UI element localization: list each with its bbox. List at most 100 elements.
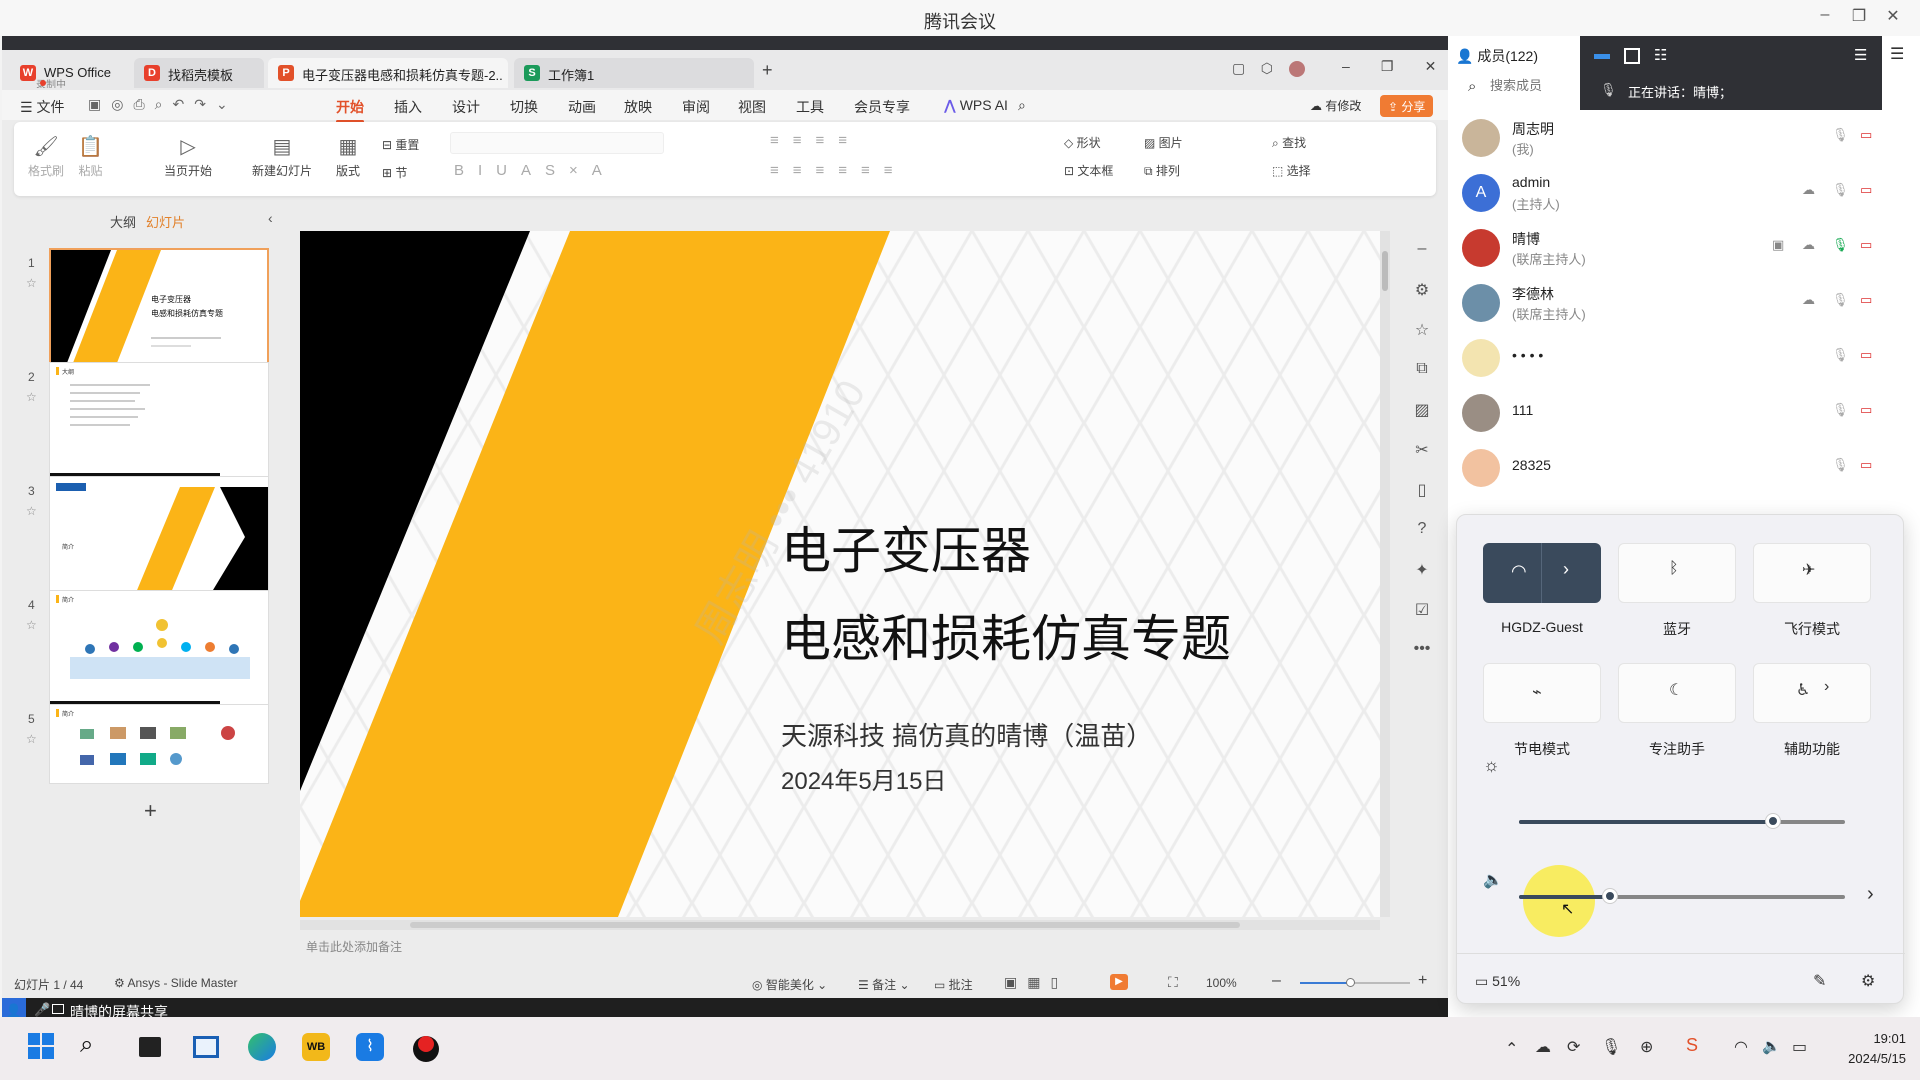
chevron-right-icon[interactable]: › [1867, 883, 1874, 906]
checklist-icon[interactable]: ☑ [1412, 600, 1432, 620]
grid-icon[interactable]: ☷ [1654, 46, 1667, 64]
close-button[interactable]: ✕ [1880, 6, 1906, 26]
camera-off-icon[interactable]: ▭ [1860, 292, 1872, 308]
start-button[interactable] [26, 1031, 58, 1063]
tab-presentation[interactable]: P 电子变压器电感和损耗仿真专题-2.. [268, 58, 508, 88]
recorder-icon[interactable] [410, 1031, 442, 1063]
clock-time[interactable]: 19:01 [1850, 1031, 1906, 1046]
battery-icon[interactable]: ▭ [1792, 1037, 1807, 1057]
vertical-scrollbar[interactable] [1380, 231, 1390, 917]
notes-button[interactable]: ☰ 备注 ⌄ [858, 976, 910, 993]
list-icon[interactable]: ☰ [1854, 46, 1867, 64]
menu-transition[interactable]: 切换 [510, 97, 538, 117]
zoom-level[interactable]: 100% [1206, 976, 1237, 990]
view-mode-icons[interactable]: ▣▦▯ [1004, 974, 1068, 991]
wps-close-button[interactable]: ✕ [1425, 58, 1437, 74]
camera-off-icon[interactable]: ▭ [1860, 402, 1872, 418]
chevron-right-icon[interactable]: › [1824, 678, 1829, 696]
layout-button[interactable]: ▦ 版式 [336, 134, 360, 179]
select-button[interactable]: ⬚ 选择 [1272, 162, 1311, 179]
wps-ai-button[interactable]: ⋀ WPS AI [944, 97, 1008, 114]
slide-canvas[interactable]: 周志明 ••• 41910 电子变压器 电感和损耗仿真专题 天源科技 搞仿真的晴… [300, 231, 1380, 917]
magic-icon[interactable]: ✦ [1412, 560, 1432, 580]
section-button[interactable]: ⊞ 节 [382, 164, 407, 181]
search-icon[interactable]: ⌕ [1018, 97, 1026, 114]
font-style-icons[interactable]: BIUAS×A [454, 162, 616, 179]
wps-restore-button[interactable]: ❐ [1381, 58, 1394, 74]
beautify-button[interactable]: ◎ 智能美化 ⌄ [752, 976, 827, 993]
wps-app-icon[interactable]: WB [300, 1031, 332, 1063]
slide-thumb-4[interactable]: 简介 [49, 590, 269, 710]
brightness-handle[interactable] [1766, 814, 1780, 828]
play-from-current-button[interactable]: ▷ 当页开始 [164, 134, 212, 179]
comments-button[interactable]: ▭ 批注 [934, 976, 973, 993]
window-icon[interactable] [1624, 48, 1640, 64]
file-menu[interactable]: ☰ 文件 [20, 97, 64, 117]
format-brush-button[interactable]: 🖌 格式刷 [28, 134, 64, 179]
member-row[interactable]: 晴博 (联席主持人) ▣ ☁ 🎙 ▭ [1462, 223, 1902, 273]
font-selector[interactable] [450, 132, 664, 154]
member-row[interactable]: 周志明 (我) 🎙 ▭ [1462, 113, 1902, 163]
menu-slideshow[interactable]: 放映 [624, 97, 652, 117]
zoom-slider[interactable] [1300, 978, 1410, 987]
notes-field[interactable]: 单击此处添加备注 [306, 938, 402, 955]
menu-insert[interactable]: 插入 [394, 97, 422, 117]
fit-icon[interactable]: ⛶ [1168, 974, 1178, 991]
cloud-icon[interactable]: ☁ [1535, 1037, 1551, 1057]
volume-handle[interactable] [1603, 889, 1617, 903]
menu-icon[interactable]: ☰ [1890, 44, 1904, 64]
volume-icon[interactable]: 🔈 [1762, 1037, 1781, 1055]
template-name[interactable]: ⚙ Ansys - Slide Master [114, 976, 237, 990]
menu-start[interactable]: 开始 [336, 97, 364, 123]
wps-tray-icon[interactable]: S [1686, 1035, 1698, 1056]
arrange-button[interactable]: ⧉ 排列 [1144, 162, 1180, 179]
camera-off-icon[interactable]: ▭ [1860, 237, 1872, 253]
mic-off-icon[interactable]: 🎙 [1832, 457, 1849, 473]
menu-animation[interactable]: 动画 [568, 97, 596, 117]
member-row[interactable]: 李德林 (联席主持人) ☁ 🎙 ▭ [1462, 278, 1902, 328]
member-row[interactable]: 111 🎙 ▭ [1462, 388, 1902, 438]
camera-off-icon[interactable]: ▭ [1860, 182, 1872, 198]
battery-saver-tile[interactable]: ⌁ [1483, 663, 1601, 723]
list-icons[interactable]: ≡≡≡≡ [770, 132, 861, 149]
paste-button[interactable]: 📋 粘贴 [78, 134, 103, 179]
member-search-input[interactable] [1490, 78, 1574, 93]
chevron-right-icon[interactable]: › [1563, 559, 1569, 580]
slideshow-button[interactable]: ▶ [1110, 974, 1128, 990]
minimize-button[interactable]: – [1812, 6, 1838, 24]
slide-thumb-3[interactable]: 简介 [49, 476, 269, 596]
mic-on-icon[interactable]: 🎙 [1832, 237, 1849, 253]
camera-off-icon[interactable]: ▭ [1860, 347, 1872, 363]
zoom-handle[interactable] [1346, 978, 1355, 987]
battery-status[interactable]: ▭ 51% [1475, 973, 1520, 990]
airplane-tile[interactable]: ✈ [1753, 543, 1871, 603]
slide-thumb-5[interactable]: 简介 [49, 704, 269, 784]
quick-access-icons[interactable]: ▣◎⎙⌕↶↷⌄ [88, 96, 238, 113]
slide-thumb-2[interactable]: 大纲 [49, 362, 269, 482]
hscroll-thumb[interactable] [410, 922, 1240, 928]
ime-icon[interactable]: ⊕ [1640, 1037, 1653, 1057]
bluetooth-tile[interactable]: ᛒ [1618, 543, 1736, 603]
properties-icon[interactable]: ⚙ [1412, 280, 1432, 300]
book-icon[interactable]: ▯ [1412, 480, 1432, 500]
member-row[interactable]: A admin (主持人) ☁ 🎙 ▭ [1462, 168, 1902, 218]
camera-off-icon[interactable]: ▭ [1860, 127, 1872, 143]
member-row[interactable]: 28325 🎙 ▭ [1462, 443, 1902, 493]
mic-off-icon[interactable]: 🎙 [1832, 402, 1849, 418]
share-button[interactable]: ⇪ 分享 [1380, 95, 1434, 117]
shape-button[interactable]: ◇ 形状 [1064, 134, 1101, 151]
find-button[interactable]: ⌕ 查找 [1272, 134, 1306, 151]
microphone-icon[interactable]: 🎙 [1601, 1037, 1621, 1057]
picture-button[interactable]: ▨ 图片 [1144, 134, 1183, 151]
collapse-icon[interactable]: – [1412, 240, 1432, 260]
wifi-icon[interactable]: ◠ [1734, 1037, 1748, 1057]
zoom-out-button[interactable]: – [1272, 972, 1281, 990]
brightness-slider[interactable] [1519, 814, 1845, 828]
menu-review[interactable]: 审阅 [682, 97, 710, 117]
mic-off-icon[interactable]: 🎙 [1832, 347, 1849, 363]
slide-thumb-1[interactable]: 电子变压器 电感和损耗仿真专题 [49, 248, 269, 368]
clock-date[interactable]: 2024/5/15 [1832, 1051, 1906, 1066]
help-icon[interactable]: ? [1412, 520, 1432, 540]
focus-tile[interactable]: ☾ [1618, 663, 1736, 723]
tab-template[interactable]: D 找稻壳模板 [134, 58, 264, 88]
